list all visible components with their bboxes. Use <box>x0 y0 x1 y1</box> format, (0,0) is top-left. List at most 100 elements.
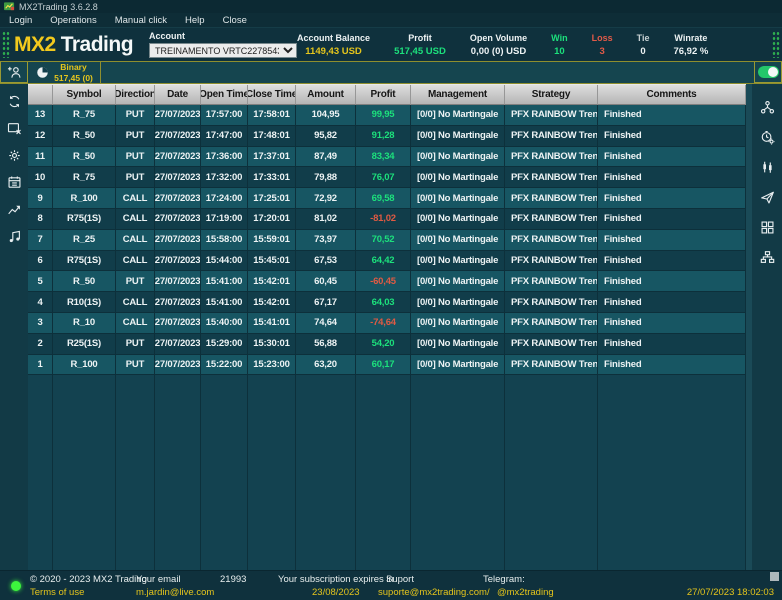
stat-label: Loss <box>592 33 613 43</box>
col-header-comments[interactable]: Comments <box>598 85 746 105</box>
table-row[interactable]: 8R75(1S)CALL27/07/202317:19:0017:20:0181… <box>28 209 746 230</box>
table-row[interactable]: 3R_10CALL27/07/202315:40:0015:41:0174,64… <box>28 313 746 334</box>
toggle-switch-on[interactable] <box>758 66 779 78</box>
col-header-number[interactable] <box>28 85 53 105</box>
calendar-icon <box>7 175 22 190</box>
cell-comments: Finished <box>598 167 746 188</box>
cell-close-time: 17:48:01 <box>248 126 296 147</box>
refresh-button[interactable] <box>0 88 28 115</box>
cell-open-time: 17:24:00 <box>201 188 248 209</box>
email-link[interactable]: m.jardin@live.com <box>136 587 214 598</box>
menu-bar: LoginOperationsManual clickHelpClose <box>0 13 782 28</box>
cell-number: 11 <box>28 147 53 168</box>
stat-value: 10 <box>551 46 567 57</box>
table-row[interactable]: 12R_50PUT27/07/202317:47:0017:48:0195,82… <box>28 126 746 147</box>
filler-cell <box>116 375 155 570</box>
hierarchy-button[interactable] <box>752 242 782 272</box>
menu-item-login[interactable]: Login <box>0 13 41 28</box>
table-row[interactable]: 2R25(1S)PUT27/07/202315:29:0015:30:0156,… <box>28 334 746 355</box>
cell-open-time: 17:57:00 <box>201 105 248 126</box>
add-user-button[interactable] <box>0 62 28 83</box>
menu-item-manual-click[interactable]: Manual click <box>106 13 176 28</box>
account-select[interactable]: TREINAMENTO VRTC2278543 <box>149 43 297 58</box>
cell-number: 9 <box>28 188 53 209</box>
stat-value: 0 <box>637 46 650 57</box>
candlestick-button[interactable] <box>752 152 782 182</box>
subscription-label: Your subscription expires in <box>278 574 394 585</box>
col-header-open-time[interactable]: Open Time <box>201 85 248 105</box>
header-stats: Account Balance1149,43 USDProfit517,45 U… <box>297 33 708 57</box>
cell-amount: 60,45 <box>296 271 356 292</box>
cell-open-time: 17:32:00 <box>201 167 248 188</box>
cell-direction: CALL <box>116 292 155 313</box>
cell-date: 27/07/2023 <box>155 167 201 188</box>
cell-profit: -60,45 <box>356 271 411 292</box>
menu-item-operations[interactable]: Operations <box>41 13 105 28</box>
send-button[interactable] <box>752 182 782 212</box>
stat-value: 517,45 USD <box>394 46 446 57</box>
cell-comments: Finished <box>598 251 746 272</box>
cell-symbol: R_100 <box>53 355 116 376</box>
table-row[interactable]: 4R10(1S)CALL27/07/202315:41:0015:42:0167… <box>28 292 746 313</box>
cell-amount: 95,82 <box>296 126 356 147</box>
menu-item-close[interactable]: Close <box>214 13 256 28</box>
enabled-toggle[interactable] <box>754 62 782 83</box>
cell-management: [0/0] No Martingale <box>411 126 505 147</box>
support-label: Suport <box>386 574 414 585</box>
cell-management: [0/0] No Martingale <box>411 188 505 209</box>
table-row[interactable]: 11R_50PUT27/07/202317:36:0017:37:0187,49… <box>28 147 746 168</box>
col-header-management[interactable]: Management <box>411 85 505 105</box>
table-row[interactable]: 1R_100PUT27/07/202315:22:0015:23:0063,20… <box>28 355 746 376</box>
tab-binary-label: Binary <box>60 62 86 72</box>
cell-amount: 104,95 <box>296 105 356 126</box>
table-row[interactable]: 7R_25CALL27/07/202315:58:0015:59:0173,97… <box>28 230 746 251</box>
table-row[interactable]: 5R_50PUT27/07/202315:41:0015:42:0160,45-… <box>28 271 746 292</box>
footer: © 2020 - 2023 MX2 Trading Terms of use Y… <box>0 570 782 600</box>
send-icon <box>760 190 775 205</box>
close-window-button[interactable] <box>0 115 28 142</box>
music-button[interactable] <box>0 223 28 250</box>
cell-direction: CALL <box>116 230 155 251</box>
cell-comments: Finished <box>598 230 746 251</box>
app-logo: MX2 Trading <box>14 33 133 57</box>
stat-value: 76,92 % <box>673 46 708 57</box>
menu-item-help[interactable]: Help <box>176 13 214 28</box>
grid-button[interactable] <box>752 212 782 242</box>
timer-button[interactable] <box>752 122 782 152</box>
cell-symbol: R25(1S) <box>53 334 116 355</box>
table-row[interactable]: 13R_75PUT27/07/202317:57:0017:58:01104,9… <box>28 105 746 126</box>
network-icon <box>760 100 775 115</box>
network-button[interactable] <box>752 92 782 122</box>
cell-profit: 60,17 <box>356 355 411 376</box>
table-row[interactable]: 10R_75PUT27/07/202317:32:0017:33:0179,88… <box>28 167 746 188</box>
telegram-handle-link[interactable]: @mx2trading <box>497 587 554 598</box>
cell-symbol: R10(1S) <box>53 292 116 313</box>
cell-profit: 64,42 <box>356 251 411 272</box>
terms-of-use-link[interactable]: Terms of use <box>30 587 84 598</box>
tab-binary-value: 517,45 (0) <box>54 73 93 83</box>
col-header-close-time[interactable]: Close Time <box>248 85 296 105</box>
cell-direction: PUT <box>116 271 155 292</box>
tab-binary[interactable]: Binary 517,45 (0) <box>28 62 101 83</box>
cell-date: 27/07/2023 <box>155 292 201 313</box>
col-header-date[interactable]: Date <box>155 85 201 105</box>
gear-button[interactable] <box>0 142 28 169</box>
pie-icon <box>35 65 50 80</box>
col-header-strategy[interactable]: Strategy <box>505 85 598 105</box>
chart-button[interactable] <box>0 196 28 223</box>
table-row[interactable]: 9R_100CALL27/07/202317:24:0017:25:0172,9… <box>28 188 746 209</box>
scrollbar-corner <box>770 572 779 581</box>
col-header-symbol[interactable]: Symbol <box>53 85 116 105</box>
cell-open-time: 15:22:00 <box>201 355 248 376</box>
cell-management: [0/0] No Martingale <box>411 209 505 230</box>
cell-management: [0/0] No Martingale <box>411 251 505 272</box>
cell-comments: Finished <box>598 105 746 126</box>
col-header-profit[interactable]: Profit <box>356 85 411 105</box>
support-email-link[interactable]: suporte@mx2trading.com <box>378 587 487 598</box>
subscription-date: 23/08/2023 <box>312 587 360 598</box>
cell-strategy: PFX RAINBOW Trend <box>505 355 598 376</box>
col-header-direction[interactable]: Direction <box>116 85 155 105</box>
col-header-amount[interactable]: Amount <box>296 85 356 105</box>
table-row[interactable]: 6R75(1S)CALL27/07/202315:44:0015:45:0167… <box>28 251 746 272</box>
calendar-button[interactable] <box>0 169 28 196</box>
